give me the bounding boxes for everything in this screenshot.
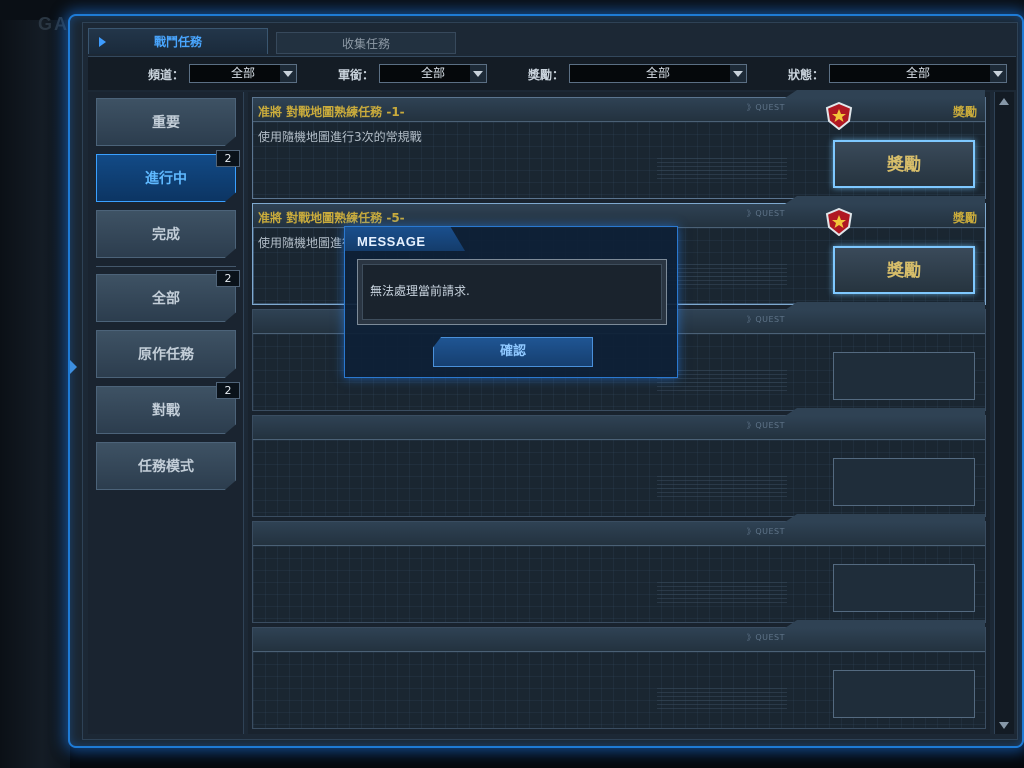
reward-button-empty xyxy=(833,458,975,506)
scroll-down-icon[interactable] xyxy=(999,722,1009,729)
quest-detail-text xyxy=(657,582,787,606)
sidebar-item-in-progress[interactable]: 進行中 xyxy=(96,154,236,202)
status-filter-select[interactable]: 全部 xyxy=(829,64,1007,83)
sidebar-item-completed[interactable]: 完成 xyxy=(96,210,236,258)
select-value: 全部 xyxy=(645,66,670,80)
in-progress-count-badge: 2 xyxy=(216,150,240,167)
all-count-badge: 2 xyxy=(216,270,240,287)
dialog-message: 無法處理當前請求. xyxy=(370,284,470,298)
quest-row[interactable]: 准將 對戰地圖熟練任務 -1- 》QUEST 獎勵 使用隨機地圖進行3次的常規戰… xyxy=(252,90,986,199)
reward-button-empty xyxy=(833,352,975,400)
quest-reward-label: 獎勵 xyxy=(952,211,977,225)
star-medal-icon xyxy=(825,208,853,236)
sidebar-item-original-quests[interactable]: 原作任務 xyxy=(96,330,236,378)
claim-reward-button[interactable]: 獎勵 xyxy=(833,140,975,188)
tab-label: 戰鬥任務 xyxy=(153,35,202,49)
quest-title: 准將 對戰地圖熟練任務 -1- xyxy=(258,105,405,119)
versus-count-badge: 2 xyxy=(216,382,240,399)
scroll-up-icon[interactable] xyxy=(999,98,1009,105)
claim-reward-button[interactable]: 獎勵 xyxy=(833,246,975,294)
sidebar-item-label: 完成 xyxy=(152,227,180,243)
chevron-down-icon xyxy=(990,65,1006,82)
channel-filter-select[interactable]: 全部 xyxy=(189,64,297,83)
rank-filter-select[interactable]: 全部 xyxy=(379,64,487,83)
tab-collect-quests[interactable]: 收集任務 xyxy=(276,32,456,54)
quest-tag: 》QUEST xyxy=(746,103,785,112)
sidebar-item-important[interactable]: 重要 xyxy=(96,98,236,146)
chevron-down-icon xyxy=(280,65,296,82)
select-value: 全部 xyxy=(230,66,255,80)
dialog-title: MESSAGE xyxy=(357,234,426,249)
quest-row: 》QUEST xyxy=(252,514,986,623)
background-left xyxy=(0,0,70,768)
quest-tag: 》QUEST xyxy=(746,315,785,324)
confirm-button[interactable]: 確認 xyxy=(433,337,593,367)
background-logo: GA xyxy=(38,14,69,34)
sidebar-item-label: 進行中 xyxy=(145,171,187,187)
chevron-down-icon xyxy=(730,65,746,82)
quest-header xyxy=(253,408,985,440)
quest-header xyxy=(253,620,985,652)
star-medal-icon xyxy=(825,102,853,130)
quest-tag: 》QUEST xyxy=(746,527,785,536)
quest-description: 使用隨機地圖進行 xyxy=(258,236,355,250)
reward-button-empty xyxy=(833,564,975,612)
quest-detail-text xyxy=(657,688,787,712)
quest-row: 》QUEST xyxy=(252,620,986,729)
select-value: 全部 xyxy=(420,66,445,80)
quest-tag: 》QUEST xyxy=(746,209,785,218)
tab-label: 收集任務 xyxy=(341,37,390,51)
collapse-arrow-icon[interactable] xyxy=(70,360,77,374)
rank-filter-label: 軍銜： xyxy=(338,68,375,82)
sidebar-item-all[interactable]: 全部 xyxy=(96,274,236,322)
quest-header xyxy=(253,514,985,546)
quest-title: 准將 對戰地圖熟練任務 -5- xyxy=(258,211,405,225)
sidebar-item-quest-mode[interactable]: 任務模式 xyxy=(96,442,236,490)
reward-filter-select[interactable]: 全部 xyxy=(569,64,747,83)
sidebar-item-label: 全部 xyxy=(152,291,180,307)
select-value: 全部 xyxy=(905,66,930,80)
sidebar-item-label: 任務模式 xyxy=(138,459,194,475)
quest-row: 》QUEST xyxy=(252,408,986,517)
quest-description: 使用隨機地圖進行3次的常規戰 xyxy=(258,130,422,144)
chevron-down-icon xyxy=(470,65,486,82)
channel-filter-label: 頻道： xyxy=(148,68,185,82)
quest-tag: 》QUEST xyxy=(746,421,785,430)
tab-battle-quests[interactable]: 戰鬥任務 xyxy=(88,28,268,54)
dialog-message-box: 無法處理當前請求. xyxy=(357,259,667,325)
sidebar-item-label: 原作任務 xyxy=(138,347,194,363)
quest-reward-label: 獎勵 xyxy=(952,105,977,119)
sidebar-divider xyxy=(96,266,236,267)
sidebar-item-versus[interactable]: 對戰 xyxy=(96,386,236,434)
sidebar-item-label: 重要 xyxy=(152,115,180,131)
sidebar-item-label: 對戰 xyxy=(152,403,180,419)
quest-list-scrollbar[interactable] xyxy=(994,92,1014,734)
message-dialog: MESSAGE 無法處理當前請求. 確認 xyxy=(344,226,678,378)
tab-indicator-icon xyxy=(99,37,106,47)
status-filter-label: 狀態： xyxy=(788,68,825,82)
quest-detail-text xyxy=(657,158,787,182)
quest-tag: 》QUEST xyxy=(746,633,785,642)
quest-detail-text xyxy=(657,476,787,500)
reward-filter-label: 獎勵： xyxy=(528,68,565,82)
reward-button-empty xyxy=(833,670,975,718)
